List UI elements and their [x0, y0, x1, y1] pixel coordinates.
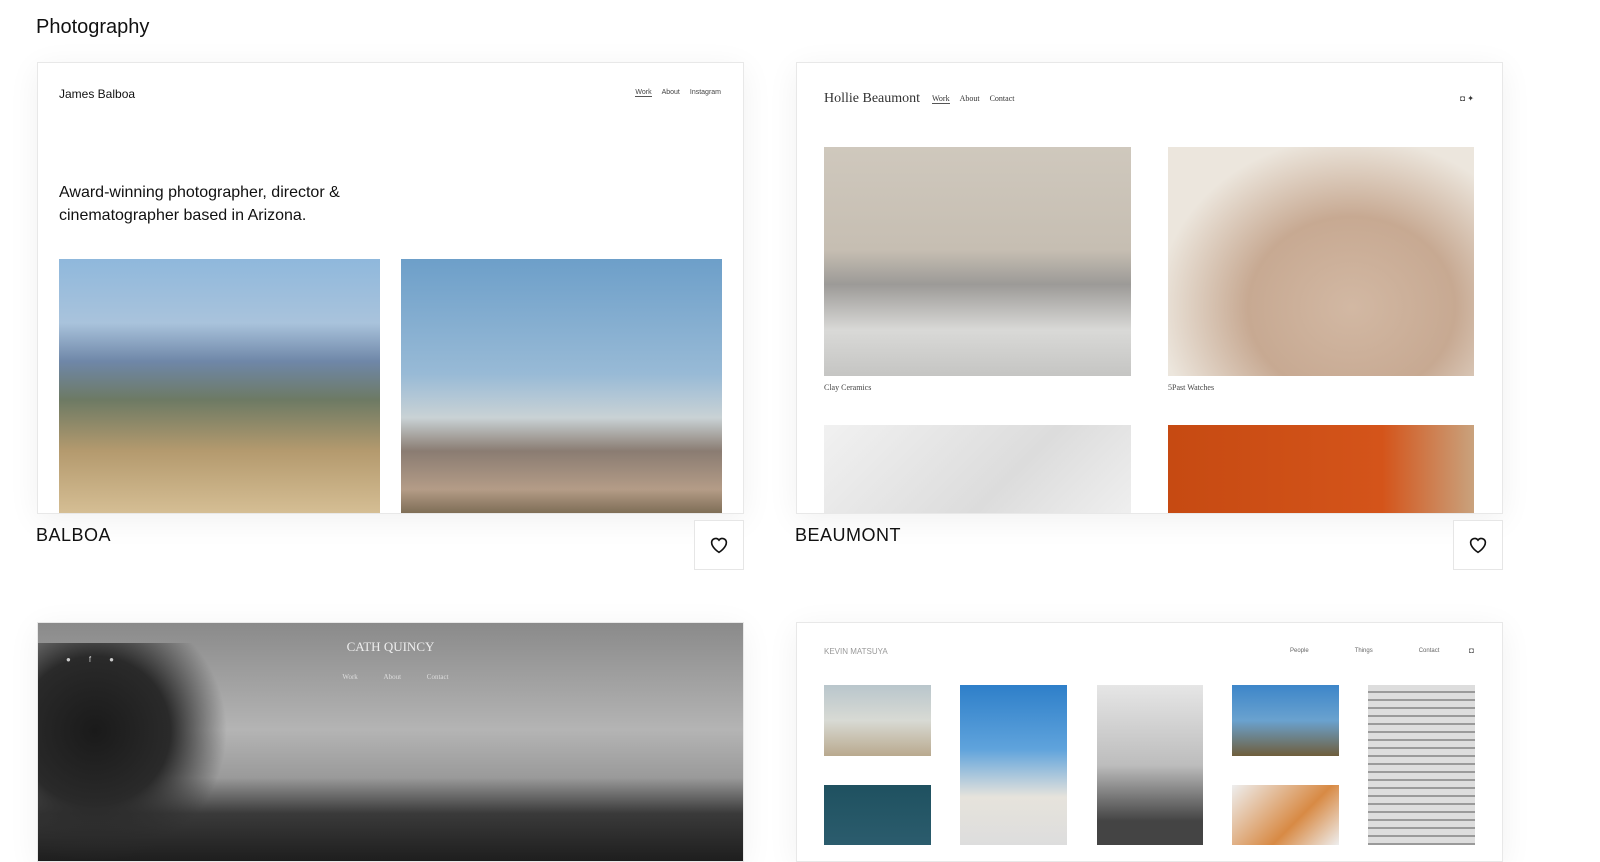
site-title: CATH QUINCY — [346, 639, 435, 654]
instagram-icon[interactable]: ◘ — [1460, 94, 1465, 103]
template-name: BEAUMONT — [795, 525, 902, 545]
preview-nav: People Things Contact — [1290, 648, 1440, 654]
desert-rocks-image — [401, 259, 722, 513]
beach-image — [824, 685, 931, 756]
orange-still-life-image — [1168, 425, 1474, 513]
watch-image — [1168, 147, 1474, 376]
cliff-image — [1232, 685, 1339, 756]
caption: 5Past Watches — [1168, 383, 1215, 392]
facebook-icon[interactable]: f — [89, 655, 109, 664]
template-preview-balboa[interactable]: James Balboa Work About Instagram Award-wi… — [37, 62, 744, 514]
tagline: Award-winning photographer, director & c… — [59, 184, 340, 224]
desk-items-image — [824, 425, 1131, 513]
heart-icon — [710, 537, 728, 554]
site-title: KEVIN MATSUYA — [824, 647, 888, 656]
twitter-icon[interactable]: ✦ — [1467, 94, 1474, 103]
desert-joshua-tree-image — [59, 259, 380, 513]
template-preview-quincy[interactable]: CATH QUINCY Work About Contact ●f● — [37, 622, 744, 862]
social-icons: ●f● — [66, 655, 132, 664]
preview-nav: Work About Contact — [342, 673, 449, 681]
lamp-image — [824, 785, 931, 845]
pinterest-icon[interactable]: ● — [109, 655, 132, 664]
caption: Clay Ceramics — [824, 383, 872, 392]
site-title: Hollie Beaumont — [824, 91, 921, 106]
preview-nav: Work About Instagram — [635, 89, 721, 97]
social-icons: ◘ ✦ — [1460, 94, 1474, 103]
favorite-button[interactable] — [1453, 520, 1503, 570]
template-preview-matsuya[interactable]: KEVIN MATSUYA People Things Contact ◘ — [796, 622, 1503, 862]
instagram-icon[interactable]: ● — [66, 655, 89, 664]
portrait-image — [1097, 685, 1203, 845]
ceramics-image — [824, 147, 1131, 376]
site-title: James Balboa — [59, 87, 136, 101]
instagram-icon[interactable]: ◘ — [1469, 646, 1474, 655]
template-name: BALBOA — [36, 525, 112, 545]
coffee-image — [1232, 785, 1339, 845]
preview-nav: Work About Contact — [932, 94, 1015, 104]
wall-climber-image — [960, 685, 1067, 845]
favorite-button[interactable] — [694, 520, 744, 570]
section-title: Photography — [36, 16, 150, 38]
template-preview-beaumont[interactable]: Hollie Beaumont Work About Contact ◘ ✦ Cla… — [796, 62, 1503, 514]
heart-icon — [1469, 537, 1487, 554]
bleachers-image — [1368, 685, 1475, 845]
